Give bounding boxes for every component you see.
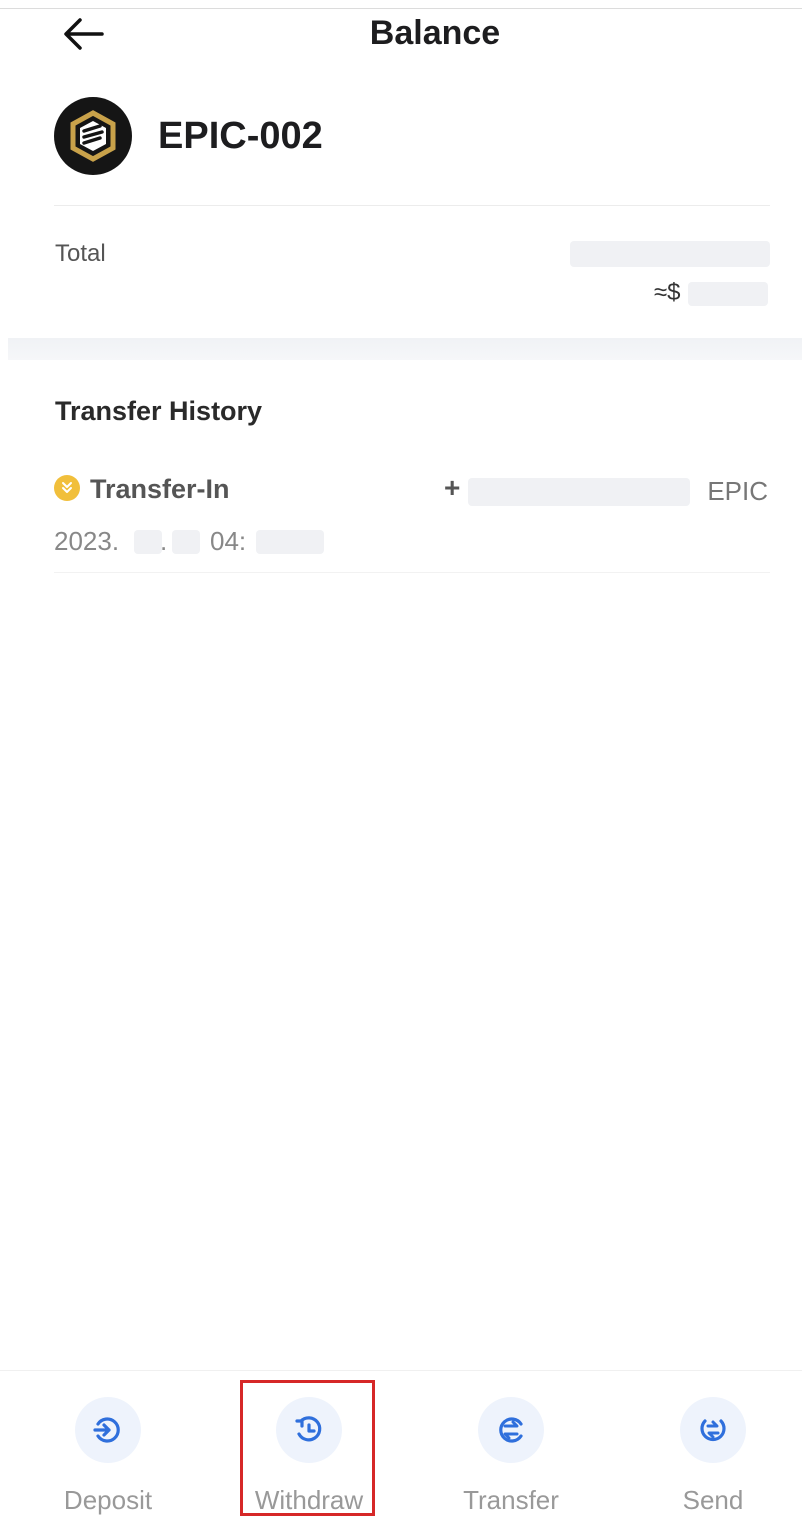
total-label: Total: [55, 240, 106, 267]
date-year: 2023.: [54, 526, 120, 556]
coin-header: EPIC-002: [54, 96, 754, 176]
transfer-history-title: Transfer History: [55, 396, 263, 426]
coin-name: EPIC-002: [158, 114, 323, 157]
total-amount-redacted: [570, 241, 770, 267]
date-month-redacted: [134, 530, 162, 554]
total-fiat-redacted: [688, 282, 768, 306]
time-prefix: 04:: [210, 526, 247, 556]
section-separator: [8, 338, 802, 360]
date-separator: .: [160, 526, 168, 556]
deposit-button[interactable]: Deposit: [38, 1397, 178, 1527]
divider: [54, 572, 770, 573]
transaction-row[interactable]: Transfer-In + EPIC 2023. . 04:: [54, 470, 770, 570]
transaction-unit: EPIC: [707, 476, 768, 506]
send-label: Send: [682, 1485, 744, 1515]
deposit-label: Deposit: [63, 1485, 153, 1515]
transaction-sign: +: [444, 472, 461, 503]
deposit-icon: [75, 1397, 141, 1463]
epic-coin-logo-icon: [54, 97, 132, 175]
transaction-type: Transfer-In: [90, 474, 230, 504]
transaction-amount-redacted: [468, 478, 690, 506]
total-fiat-prefix: ≈$: [654, 279, 681, 306]
header: Balance: [0, 0, 802, 70]
transfer-in-icon: [54, 475, 80, 501]
time-redacted: [256, 530, 324, 554]
withdraw-highlight-box: [240, 1380, 375, 1516]
page-title: Balance: [369, 14, 501, 52]
divider: [54, 205, 770, 206]
transfer-icon: [478, 1397, 544, 1463]
bottom-action-bar: Deposit Withdraw Transfer Send: [0, 1370, 802, 1535]
transfer-label: Transfer: [463, 1485, 559, 1515]
transfer-button[interactable]: Transfer: [441, 1397, 581, 1527]
date-day-redacted: [172, 530, 200, 554]
send-icon: [680, 1397, 746, 1463]
send-button[interactable]: Send: [643, 1397, 783, 1527]
